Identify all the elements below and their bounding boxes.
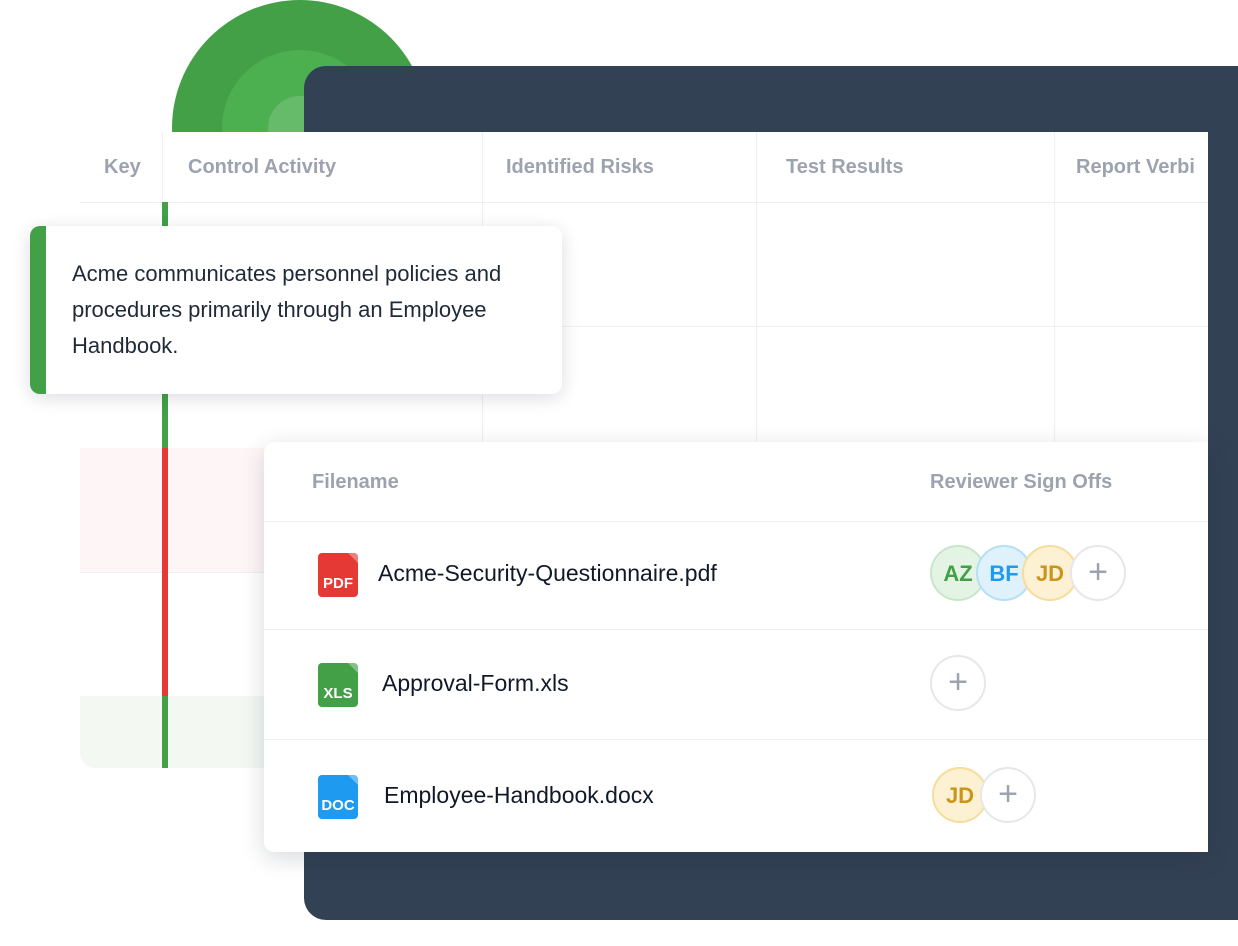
status-bar-pass [162,696,168,768]
file-row[interactable]: XLS Approval-Form.xls + [264,629,1208,740]
control-activity-description: Acme communicates personnel policies and… [72,261,502,358]
evidence-files-panel: Filename Reviewer Sign Offs PDF Acme-Sec… [264,442,1208,852]
popover-accent-bar [30,226,46,394]
column-header-identified-risks[interactable]: Identified Risks [506,132,756,202]
column-header-report-verbiage[interactable]: Report Verbi [1076,132,1208,202]
add-reviewer-button[interactable]: + [1070,545,1126,601]
file-name-link[interactable]: Employee-Handbook.docx [384,782,654,809]
add-reviewer-button[interactable]: + [930,655,986,711]
column-header-test-results[interactable]: Test Results [786,132,1046,202]
file-row[interactable]: DOC Employee-Handbook.docx JD + [264,739,1208,852]
doc-file-icon: DOC [318,775,358,819]
column-header-key[interactable]: Key [104,132,164,202]
column-header-filename[interactable]: Filename [312,442,399,522]
file-name-link[interactable]: Acme-Security-Questionnaire.pdf [378,560,717,587]
column-header-reviewer-sign-offs[interactable]: Reviewer Sign Offs [930,442,1112,522]
add-reviewer-button[interactable]: + [980,767,1036,823]
file-row[interactable]: PDF Acme-Security-Questionnaire.pdf AZ B… [264,521,1208,632]
file-name-link[interactable]: Approval-Form.xls [382,670,569,697]
pdf-file-icon: PDF [318,553,358,597]
column-header-control-activity[interactable]: Control Activity [188,132,478,202]
status-bar-fail [162,448,168,696]
xls-file-icon: XLS [318,663,358,707]
control-activity-popover: Acme communicates personnel policies and… [30,226,562,394]
controls-table-header: Key Control Activity Identified Risks Te… [80,132,1208,203]
column-divider [162,132,163,202]
